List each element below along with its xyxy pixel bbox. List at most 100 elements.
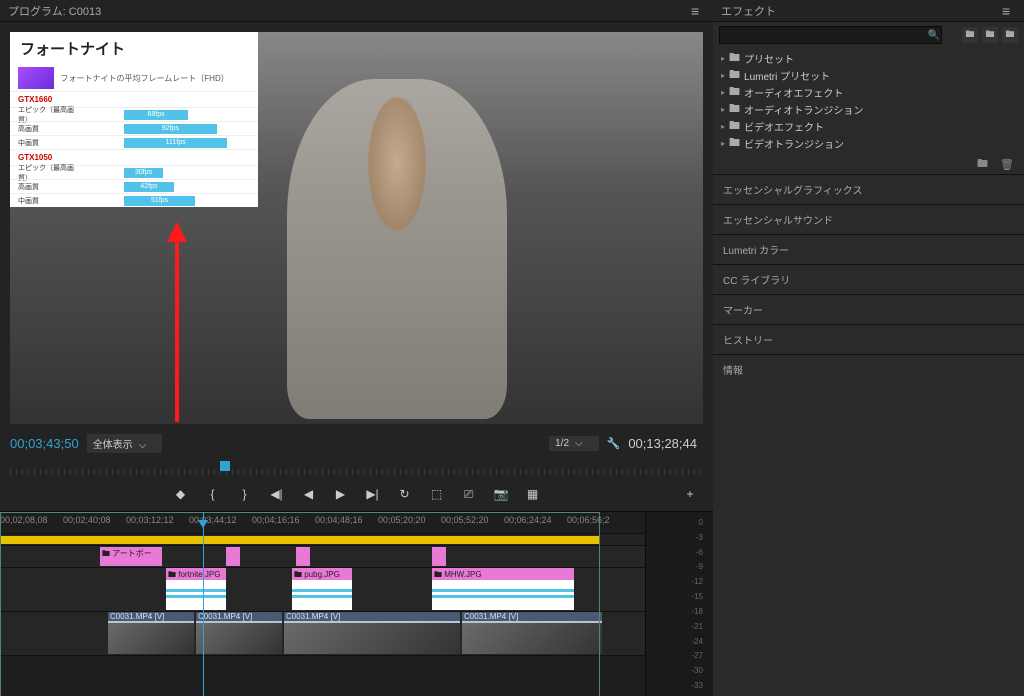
effects-title: エフェクト: [721, 3, 776, 19]
ruler-tick: 00,02,08,08: [0, 515, 48, 525]
track-v3[interactable]: 🖿 アートボー: [0, 546, 645, 568]
clip[interactable]: 🖿 fortnite.JPG: [166, 568, 226, 610]
overlay-subtitle: フォートナイトの平均フレームレート（FHD）: [61, 73, 229, 84]
ruler-tick: 00;03;12;12: [126, 515, 174, 525]
folder-label: Lumetri プリセット: [744, 68, 830, 83]
effects-folder[interactable]: ビデオエフェクト: [713, 118, 1024, 135]
person-figure: [287, 79, 507, 419]
bench-label: 高画質: [10, 124, 80, 134]
folder-label: プリセット: [744, 51, 794, 66]
transport-button-6[interactable]: ▶|: [366, 487, 380, 501]
effects-menu-icon[interactable]: [1002, 3, 1016, 19]
side-panel-header[interactable]: 情報: [713, 354, 1024, 384]
bench-row: 高画質 92fps: [10, 121, 258, 135]
timeline-playhead[interactable]: [203, 512, 204, 696]
timeline-ruler[interactable]: 00,02,08,0800;02;40;0800;03;12;1200;03;4…: [0, 512, 645, 534]
disclosure-icon[interactable]: [721, 104, 725, 115]
trash-icon[interactable]: 🗑: [1000, 158, 1014, 171]
transport-button-4[interactable]: ◀: [302, 487, 316, 501]
disclosure-icon[interactable]: [721, 138, 725, 149]
side-panel-header[interactable]: マーカー: [713, 294, 1024, 324]
marker-row[interactable]: [0, 534, 645, 546]
transport-button-0[interactable]: ◆: [174, 487, 188, 501]
bench-label: 中画質: [10, 138, 80, 148]
bench-bar: 30fps: [124, 168, 163, 178]
clip[interactable]: [226, 547, 240, 566]
new-bin-icon[interactable]: 🖿: [977, 155, 988, 174]
side-panel-header[interactable]: ヒストリー: [713, 324, 1024, 354]
scale-select[interactable]: 1/2: [549, 436, 599, 451]
transport-button-11[interactable]: ▦: [526, 487, 540, 501]
zoom-select[interactable]: 全体表示: [87, 434, 163, 453]
effects-folder[interactable]: プリセット: [713, 50, 1024, 67]
transport-button-10[interactable]: 📷: [494, 487, 508, 501]
clip-label: C0031.MP4 [V]: [108, 612, 194, 621]
meter-tick: -15: [691, 592, 703, 601]
clip-thumb: [108, 623, 194, 654]
video-frame[interactable]: フォートナイト フォートナイトの平均フレームレート（FHD） GTX1660エピ…: [10, 32, 703, 424]
effects-folder[interactable]: オーディオエフェクト: [713, 84, 1024, 101]
bench-row: エピック（最高画質） 68fps: [10, 107, 258, 121]
transport-button-3[interactable]: ◀|: [270, 487, 284, 501]
effects-footer: 🖿 🗑: [713, 154, 1024, 174]
clip[interactable]: 🖿 アートボー: [100, 547, 162, 566]
timeline-tracks[interactable]: 00,02,08,0800;02;40;0800;03;12;1200;03;4…: [0, 512, 645, 696]
bench-bar: 92fps: [124, 124, 217, 134]
settings-icon[interactable]: [607, 437, 621, 450]
transport-button-8[interactable]: ⬚: [430, 487, 444, 501]
side-panel-header[interactable]: Lumetri カラー: [713, 234, 1024, 264]
clip[interactable]: C0031.MP4 [V]: [196, 612, 282, 654]
disclosure-icon[interactable]: [721, 53, 725, 64]
clip[interactable]: C0031.MP4 [V]: [462, 612, 602, 654]
add-button[interactable]: +: [683, 487, 697, 501]
clip[interactable]: C0031.MP4 [V]: [284, 612, 460, 654]
side-panel-header[interactable]: エッセンシャルグラフィックス: [713, 174, 1024, 204]
disclosure-icon[interactable]: [721, 87, 725, 98]
effects-search-input[interactable]: [719, 26, 942, 44]
effects-search-row: 🖿 🖿 🖿: [713, 22, 1024, 48]
program-ruler[interactable]: [10, 461, 703, 477]
transport-button-2[interactable]: }: [238, 487, 252, 501]
bench-label: 中画質: [10, 196, 80, 206]
ruler-ticks: [10, 469, 703, 475]
clip[interactable]: [296, 547, 310, 566]
transport-button-9[interactable]: ⎚: [462, 487, 476, 501]
transport-button-7[interactable]: ↻: [398, 487, 412, 501]
transport-button-1[interactable]: {: [206, 487, 220, 501]
benchmark-overlay: フォートナイト フォートナイトの平均フレームレート（FHD） GTX1660エピ…: [10, 32, 258, 207]
disclosure-icon[interactable]: [721, 121, 725, 132]
program-panel: プログラム: C0013 フォートナイト フォートナイトの平均フレームレート（F…: [0, 0, 713, 696]
side-panel-header[interactable]: エッセンシャルサウンド: [713, 204, 1024, 234]
fx-badge-2[interactable]: 🖿: [982, 27, 998, 43]
bench-bar: 111fps: [124, 138, 227, 148]
meter-tick: -27: [691, 651, 703, 660]
meter-tick: 0: [699, 518, 703, 527]
clip[interactable]: [432, 547, 446, 566]
side-panel-header[interactable]: CC ライブラリ: [713, 264, 1024, 294]
clip-label: C0031.MP4 [V]: [462, 612, 602, 621]
clip[interactable]: 🖿 MHW.JPG: [432, 568, 574, 610]
transport-button-5[interactable]: ▶: [334, 487, 348, 501]
audio-meter: 0-3-6-9-12-15-18-21-24-27-30-33: [645, 512, 713, 696]
bench-row: エピック（最高画質） 30fps: [10, 165, 258, 179]
in-timecode[interactable]: 00;03;43;50: [10, 436, 79, 451]
effects-folder[interactable]: Lumetri プリセット: [713, 67, 1024, 84]
program-title: プログラム: C0013: [8, 3, 101, 19]
track-v1[interactable]: C0031.MP4 [V]C0031.MP4 [V]C0031.MP4 [V]C…: [0, 612, 645, 656]
effects-folder[interactable]: オーディオトランジション: [713, 101, 1024, 118]
panel-menu-icon[interactable]: [691, 3, 705, 19]
clip-label: C0031.MP4 [V]: [196, 612, 282, 621]
ruler-playhead[interactable]: [220, 461, 230, 471]
program-viewer: フォートナイト フォートナイトの平均フレームレート（FHD） GTX1660エピ…: [0, 22, 713, 428]
right-sidebar: エフェクト 🖿 🖿 🖿 プリセット Lumetri プリセットオーディオエフェクト…: [713, 0, 1024, 696]
clip[interactable]: C0031.MP4 [V]: [108, 612, 194, 654]
track-v2[interactable]: 🖿 fortnite.JPG 🖿 pubg.JPG 🖿 MHW.JPG: [0, 568, 645, 612]
fx-badge-3[interactable]: 🖿: [1002, 27, 1018, 43]
work-area[interactable]: [0, 536, 600, 544]
disclosure-icon[interactable]: [721, 70, 725, 81]
effects-header: エフェクト: [713, 0, 1024, 22]
folder-label: ビデオエフェクト: [744, 119, 824, 134]
effects-folder[interactable]: ビデオトランジション: [713, 135, 1024, 152]
fx-badge-1[interactable]: 🖿: [962, 27, 978, 43]
clip[interactable]: 🖿 pubg.JPG: [292, 568, 352, 610]
